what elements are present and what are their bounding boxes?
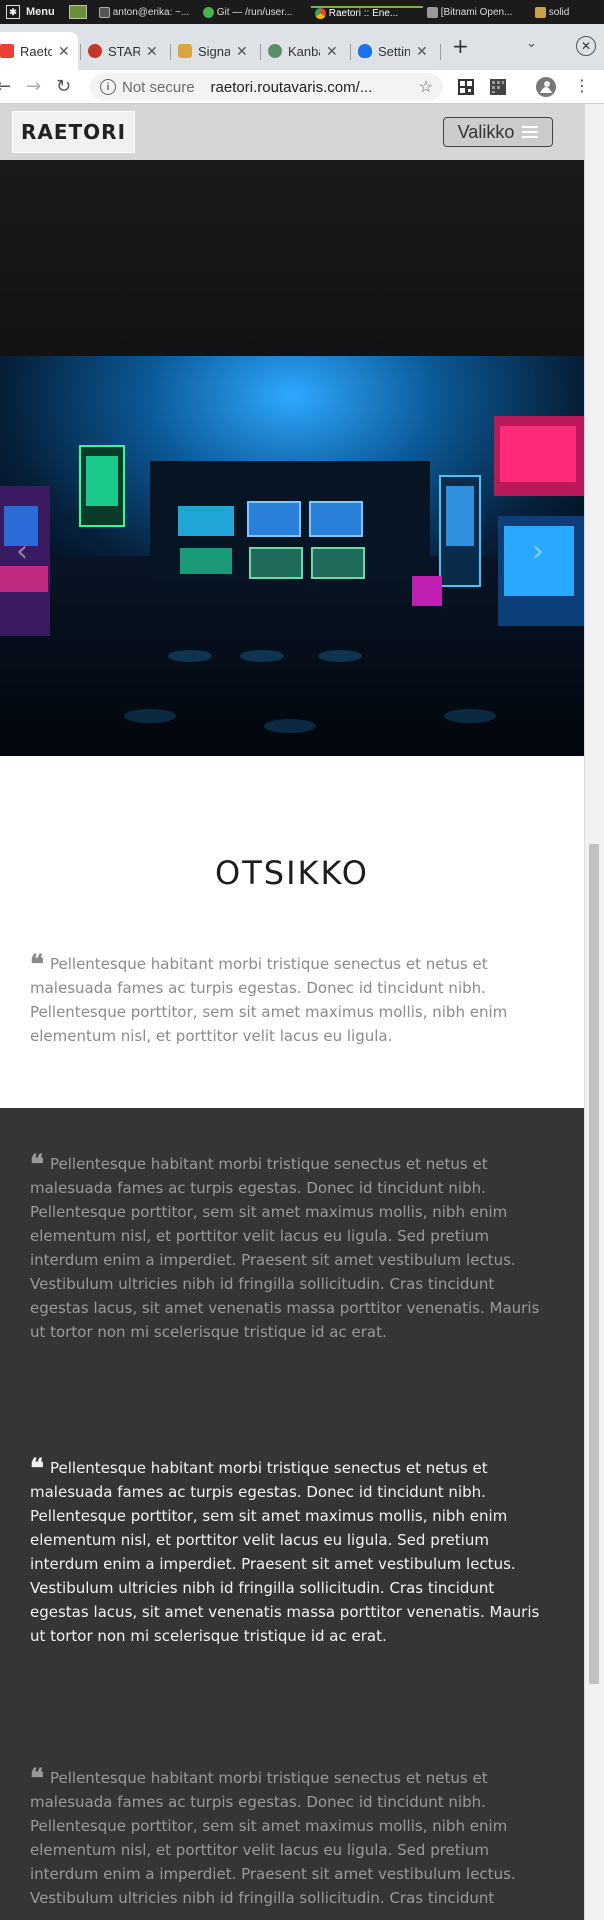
taskbar-item-label: anton@erika: ~...	[112, 6, 190, 18]
tab-label: Raetori :: Ene	[20, 43, 52, 59]
terminal-icon	[98, 6, 110, 18]
quote-icon: ❝	[30, 1764, 44, 1794]
quote-icon: ❝	[30, 1150, 44, 1180]
git-icon	[202, 6, 214, 18]
qr-extension-icon[interactable]	[458, 79, 474, 95]
menu-button[interactable]: Valikko	[443, 117, 553, 147]
quote-block: ❝ Pellentesque habitant morbi tristique s…	[30, 1766, 540, 1910]
browser-tab-bar: Raetori :: Ene ✕ STAR ✕ Signal ✕ Kanban …	[0, 24, 604, 70]
taskbar-item-terminal[interactable]: anton@erika: ~...	[95, 6, 199, 18]
tab-signal[interactable]: Signal ✕	[170, 32, 256, 70]
start-menu-button[interactable]: ✱ Menu	[0, 5, 61, 19]
taskbar-item-label: Git — /run/user...	[216, 6, 293, 18]
quote-block: ❝ Pellentesque habitant morbi tristique s…	[30, 952, 540, 1048]
section-title: OTSIKKO	[215, 854, 369, 892]
tab-label: Signal	[198, 43, 230, 59]
tab-raetori[interactable]: Raetori :: Ene ✕	[0, 32, 78, 70]
hero-carousel: ‹ ›	[0, 356, 584, 756]
header-banner	[0, 160, 584, 356]
address-bar[interactable]: i Not secure raetori.routavaris.com/... …	[90, 73, 443, 101]
tab-favicon	[268, 44, 282, 58]
taskbar-item-label: solid	[548, 6, 570, 18]
os-taskbar: ✱ Menu anton@erika: ~... Git — /run/user…	[0, 0, 604, 24]
quote-icon: ❝	[30, 1454, 44, 1484]
not-secure-label: Not secure	[122, 78, 195, 96]
tab-star[interactable]: STAR ✕	[80, 32, 166, 70]
tab-close-icon[interactable]: ✕	[416, 43, 428, 60]
scrollbar-thumb[interactable]	[589, 844, 599, 1684]
arrow-left-icon[interactable]: ←	[0, 76, 11, 97]
arrow-right-icon[interactable]: →	[26, 76, 41, 97]
quote-block: ❝ Pellentesque habitant morbi tristique s…	[30, 1456, 540, 1648]
window-icon	[426, 6, 438, 18]
taskbar-item-bitnami[interactable]: [Bitnami Open...	[423, 6, 531, 18]
site-logo[interactable]: RAETORI	[12, 111, 135, 153]
tab-favicon	[178, 44, 192, 58]
info-icon[interactable]: i	[100, 79, 116, 95]
content-section-dark: ❝ Pellentesque habitant morbi tristique s…	[0, 1108, 584, 1920]
reload-icon[interactable]: ↻	[56, 76, 71, 97]
star-icon[interactable]: ☆	[419, 77, 433, 97]
page-scrollbar[interactable]	[584, 104, 604, 1920]
tab-favicon	[0, 44, 14, 58]
carousel-prev-icon[interactable]: ‹	[16, 534, 28, 569]
avatar[interactable]	[536, 77, 556, 97]
content-section-light: OTSIKKO ❝ Pellentesque habitant morbi tri…	[0, 756, 584, 1108]
quote-text: Pellentesque habitant morbi tristique se…	[30, 955, 508, 1045]
quote-icon: ❝	[30, 950, 44, 980]
tab-close-icon[interactable]: ✕	[58, 43, 70, 60]
arcade-hero-image	[0, 356, 584, 756]
folder-icon	[534, 6, 546, 18]
grid-extension-icon[interactable]	[490, 79, 506, 95]
desktop-icon[interactable]	[68, 5, 87, 19]
url-text[interactable]: raetori.routavaris.com/...	[211, 79, 419, 96]
chrome-icon	[314, 7, 326, 19]
taskbar-item-folder[interactable]: solid	[531, 6, 581, 18]
tab-favicon	[88, 44, 102, 58]
carousel-next-icon[interactable]: ›	[532, 534, 544, 569]
window-close-icon[interactable]: ✕	[576, 36, 596, 56]
tab-kanban[interactable]: Kanban ✕	[260, 32, 346, 70]
quote-text: Pellentesque habitant morbi tristique se…	[30, 1769, 516, 1907]
hamburger-icon	[522, 123, 539, 141]
tab-label: STAR	[108, 43, 140, 59]
new-tab-button[interactable]: +	[452, 34, 469, 58]
tab-label: Settings	[378, 43, 410, 59]
browser-menu-icon[interactable]: ⋮	[574, 76, 590, 95]
menu-button-label: Valikko	[457, 121, 515, 142]
taskbar-item-label: [Bitnami Open...	[440, 6, 513, 18]
tab-close-icon[interactable]: ✕	[146, 43, 158, 60]
start-menu-icon: ✱	[6, 5, 20, 19]
taskbar-item-label: Raetori :: Ene...	[328, 7, 399, 19]
taskbar-item-git[interactable]: Git — /run/user...	[199, 6, 311, 18]
tab-settings[interactable]: Settings ✕	[350, 32, 436, 70]
taskbar-item-browser[interactable]: Raetori :: Ene...	[310, 5, 423, 19]
page-viewport: RAETORI Valikko ‹ › OTSIKKO ❝ Pellentesq…	[0, 104, 584, 1920]
quote-text: Pellentesque habitant morbi tristique se…	[30, 1155, 540, 1341]
start-menu-label: Menu	[26, 6, 55, 18]
browser-toolbar: ← → ↻ i Not secure raetori.routavaris.co…	[0, 70, 604, 104]
tab-favicon	[358, 44, 372, 58]
tab-label: Kanban	[288, 43, 320, 59]
tab-close-icon[interactable]: ✕	[236, 43, 248, 60]
tab-search-chevron-icon[interactable]: ⌄	[526, 36, 537, 51]
tab-close-icon[interactable]: ✕	[326, 43, 338, 60]
quote-block: ❝ Pellentesque habitant morbi tristique s…	[30, 1152, 540, 1344]
quote-text: Pellentesque habitant morbi tristique se…	[30, 1459, 540, 1645]
site-header: RAETORI Valikko	[0, 104, 584, 160]
